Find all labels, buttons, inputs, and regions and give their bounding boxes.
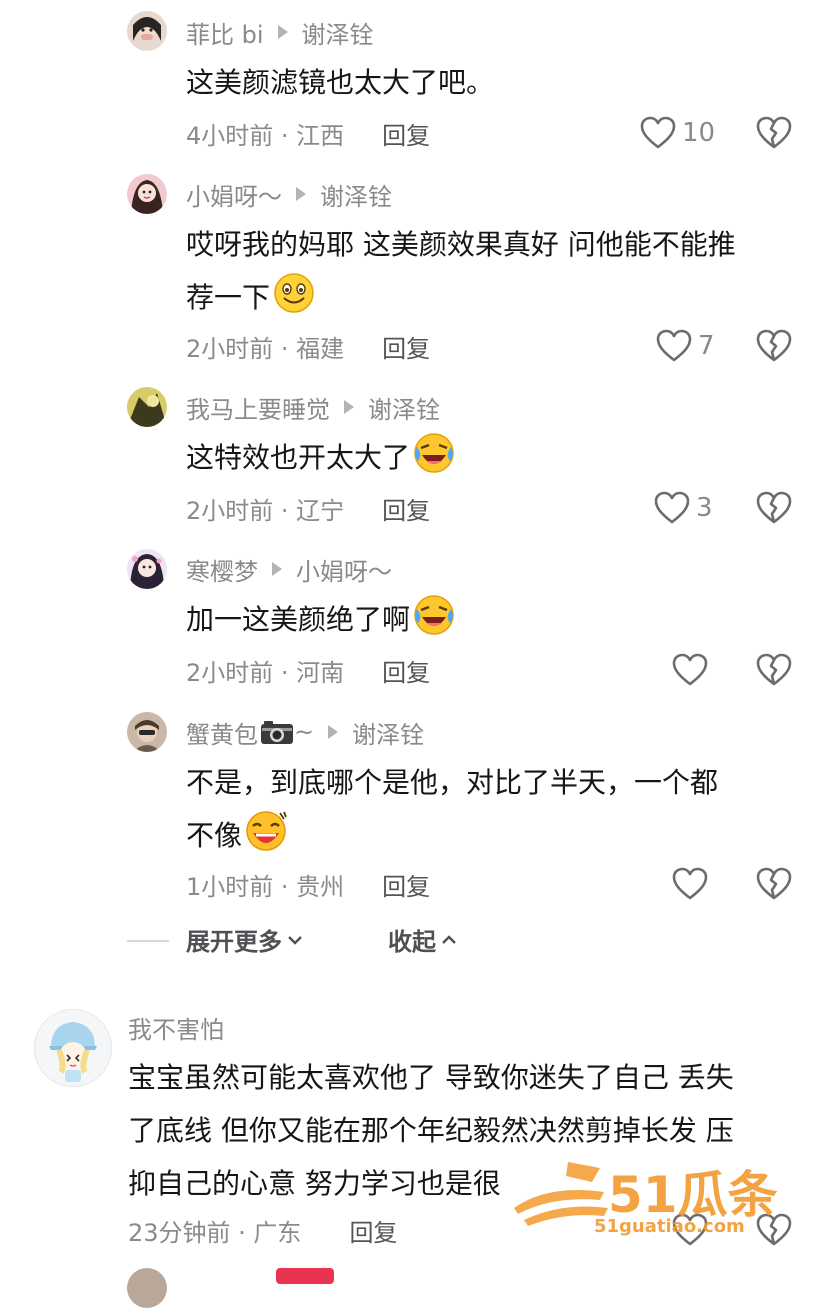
smiling-face-emoji: [274, 273, 314, 313]
reply-to-name[interactable]: 谢泽铨: [352, 715, 424, 750]
comment-meta: 23分钟前 · 广东 回复: [128, 1212, 397, 1248]
broken-heart-icon: [756, 491, 792, 524]
reply-to-name[interactable]: 谢泽铨: [368, 390, 440, 425]
reply-arrow-icon: [277, 25, 288, 39]
avatar[interactable]: [127, 712, 167, 752]
watermark-logo: 51瓜条 51guatiao.com: [508, 1150, 800, 1246]
like-count: 3: [696, 493, 713, 523]
reply-to-name[interactable]: 谢泽铨: [302, 15, 374, 50]
author-line: 菲比 bi 谢泽铨: [186, 14, 374, 50]
timestamp-location: 23分钟前 · 广东: [128, 1218, 302, 1247]
like-button[interactable]: 3: [654, 488, 713, 528]
dislike-button[interactable]: [756, 328, 792, 364]
comment-text: 这特效也开太大了: [186, 431, 456, 484]
reply-arrow-icon: [344, 400, 354, 414]
author-line: 寒樱梦 小娟呀～: [186, 551, 392, 587]
reply-button[interactable]: 回复: [382, 329, 430, 364]
reply-arrow-icon: [328, 725, 339, 739]
next-comment-badge: [276, 1268, 334, 1284]
next-comment-partial: [127, 1268, 167, 1308]
laughing-emoji: [246, 811, 287, 851]
timestamp-location: 2小时前 · 河南: [186, 658, 345, 687]
chevron-up-icon: [442, 934, 456, 944]
comment-text: 哎呀我的妈耶 这美颜效果真好 问他能不能推 荐一下: [186, 228, 736, 314]
thread-divider: [127, 940, 169, 942]
comment-meta: 1小时前 · 贵州 回复: [186, 866, 430, 902]
heart-icon: [654, 491, 690, 524]
reply-button[interactable]: 回复: [382, 491, 430, 526]
author-line: 我不害怕: [128, 1009, 224, 1045]
like-button[interactable]: 10: [640, 113, 715, 153]
watermark-url: 51guatiao.com: [594, 1216, 745, 1237]
reply-arrow-icon: [296, 187, 306, 201]
collapse-button[interactable]: 收起: [388, 922, 458, 957]
avatar[interactable]: [127, 1268, 167, 1308]
like-button[interactable]: [672, 864, 708, 904]
broken-heart-icon: [756, 653, 792, 686]
author-name[interactable]: 寒樱梦: [186, 552, 258, 587]
dislike-button[interactable]: [756, 490, 792, 526]
comment-text: 加一这美颜绝了啊: [186, 593, 456, 646]
dislike-button[interactable]: [756, 652, 792, 688]
avatar[interactable]: [127, 174, 167, 214]
author-name[interactable]: 菲比 bi: [186, 15, 264, 50]
author-name[interactable]: 我不害怕: [128, 1010, 224, 1045]
author-line: 蟹黄包 ~ 谢泽铨: [186, 714, 424, 750]
author-name[interactable]: 小娟呀～: [186, 177, 282, 212]
like-button[interactable]: [672, 650, 708, 690]
comment-meta: 4小时前 · 江西 回复: [186, 115, 430, 151]
comment-text: 这美颜滤镜也太大了吧。: [186, 66, 495, 99]
broken-heart-icon: [756, 867, 792, 900]
broken-heart-icon: [756, 116, 792, 149]
thread-controls: 展开更多 收起: [0, 920, 828, 960]
timestamp-location: 1小时前 · 贵州: [186, 872, 345, 901]
like-count: 10: [682, 118, 716, 148]
avatar[interactable]: [127, 387, 167, 427]
avatar[interactable]: [127, 11, 167, 51]
author-name[interactable]: 我马上要睡觉: [186, 390, 330, 425]
dislike-button[interactable]: [756, 866, 792, 902]
heart-icon: [672, 653, 708, 686]
author-suffix: ~: [294, 718, 315, 746]
author-name[interactable]: 蟹黄包: [186, 715, 258, 750]
heart-icon: [656, 329, 692, 362]
comment-meta: 2小时前 · 河南 回复: [186, 652, 430, 688]
reply-arrow-icon: [272, 562, 282, 576]
comment-meta: 2小时前 · 辽宁 回复: [186, 490, 430, 526]
heart-icon: [640, 116, 676, 149]
reply-button[interactable]: 回复: [349, 1213, 397, 1248]
comment-meta: 2小时前 · 福建 回复: [186, 328, 430, 364]
expand-more-button[interactable]: 展开更多: [186, 922, 304, 957]
crying-laughing-emoji: [414, 595, 454, 635]
reply-to-name[interactable]: 小娟呀～: [296, 552, 392, 587]
reply-to-name[interactable]: 谢泽铨: [320, 177, 392, 212]
heart-icon: [672, 867, 708, 900]
author-line: 我马上要睡觉 谢泽铨: [186, 389, 440, 425]
broken-heart-icon: [756, 329, 792, 362]
timestamp-location: 4小时前 · 江西: [186, 121, 345, 150]
crying-laughing-emoji: [414, 433, 454, 473]
comment-text: 不是，到底哪个是他，对比了半天，一个都 不像: [186, 766, 719, 852]
reply-button[interactable]: 回复: [382, 867, 430, 902]
avatar[interactable]: [127, 549, 167, 589]
timestamp-location: 2小时前 · 福建: [186, 334, 345, 363]
avatar[interactable]: [34, 1009, 112, 1087]
reply-button[interactable]: 回复: [382, 653, 430, 688]
chevron-down-icon: [288, 935, 302, 945]
camera-icon: [261, 721, 293, 744]
reply-button[interactable]: 回复: [382, 116, 430, 151]
timestamp-location: 2小时前 · 辽宁: [186, 496, 345, 525]
author-line: 小娟呀～ 谢泽铨: [186, 176, 392, 212]
dislike-button[interactable]: [756, 115, 792, 151]
like-button[interactable]: 7: [656, 326, 715, 366]
like-count: 7: [698, 331, 715, 361]
